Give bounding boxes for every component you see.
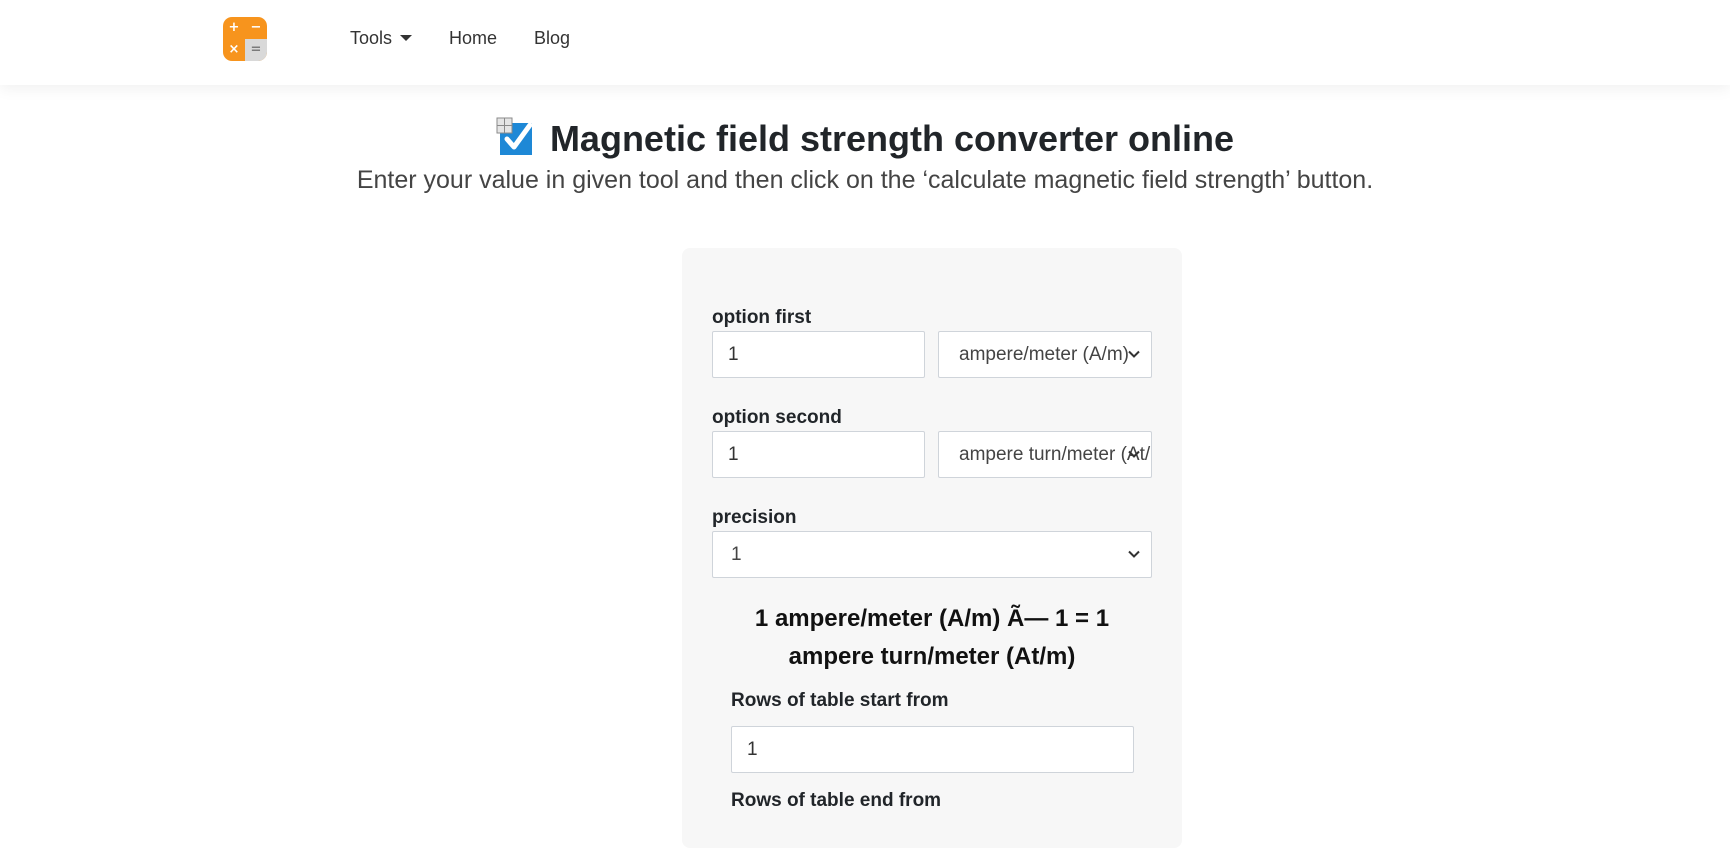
page-title: Magnetic field strength converter online [0, 114, 1730, 164]
logo-minus-symbol: − [250, 20, 262, 35]
rows-end-label: Rows of table end from [731, 790, 942, 811]
rows-start-input[interactable]: 1 [731, 726, 1134, 773]
result-line-2: ampere turn/meter (At/m) [788, 643, 1076, 670]
precision-select[interactable]: 1 [712, 531, 1152, 578]
chevron-down-icon [1128, 550, 1140, 558]
top-navbar: + − × = Tools Home Blog [0, 0, 1730, 85]
option-first-unit-value: ampere/meter (A/m) [959, 344, 1129, 365]
option-first-unit-select[interactable]: ampere/meter (A/m) [938, 331, 1152, 378]
option-second-input[interactable]: 1 [712, 431, 925, 478]
option-second-unit-select[interactable]: ampere turn/meter (At/m) [938, 431, 1152, 478]
precision-value: 1 [731, 544, 742, 565]
nav-tools-label: Tools [350, 28, 393, 48]
caret-down-icon [400, 34, 413, 41]
calculator-logo-icon[interactable]: + − × = [223, 17, 267, 61]
precision-label: precision [712, 507, 797, 528]
page-title-text: Magnetic field strength converter online [549, 118, 1235, 159]
result-line-1: 1 ampere/meter (A/m) Ã— 1 = 1 [754, 605, 1110, 632]
nav-tools-dropdown[interactable]: Tools [350, 26, 413, 50]
rows-start-label: Rows of table start from [731, 690, 949, 711]
page-subtitle: Enter your value in given tool and then … [356, 166, 1374, 194]
logo-equals-symbol: = [245, 39, 267, 61]
chevron-down-icon [1128, 450, 1140, 458]
converter-card: option first 1 ampere/meter (A/m) option… [682, 248, 1182, 848]
chevron-down-icon [1128, 350, 1140, 358]
option-first-label: option first [712, 307, 812, 328]
nav-blog-link[interactable]: Blog [534, 26, 570, 50]
logo-times-symbol: × [228, 42, 240, 57]
option-second-label: option second [712, 407, 842, 428]
option-second-unit-value: ampere turn/meter (At/m) [959, 444, 1152, 465]
option-first-input[interactable]: 1 [712, 331, 925, 378]
check-box-icon [496, 117, 533, 155]
logo-plus-symbol: + [228, 20, 240, 35]
nav-home-link[interactable]: Home [449, 26, 497, 50]
conversion-result: 1 ampere/meter (A/m) Ã— 1 = 1 ampere tur… [682, 600, 1182, 676]
